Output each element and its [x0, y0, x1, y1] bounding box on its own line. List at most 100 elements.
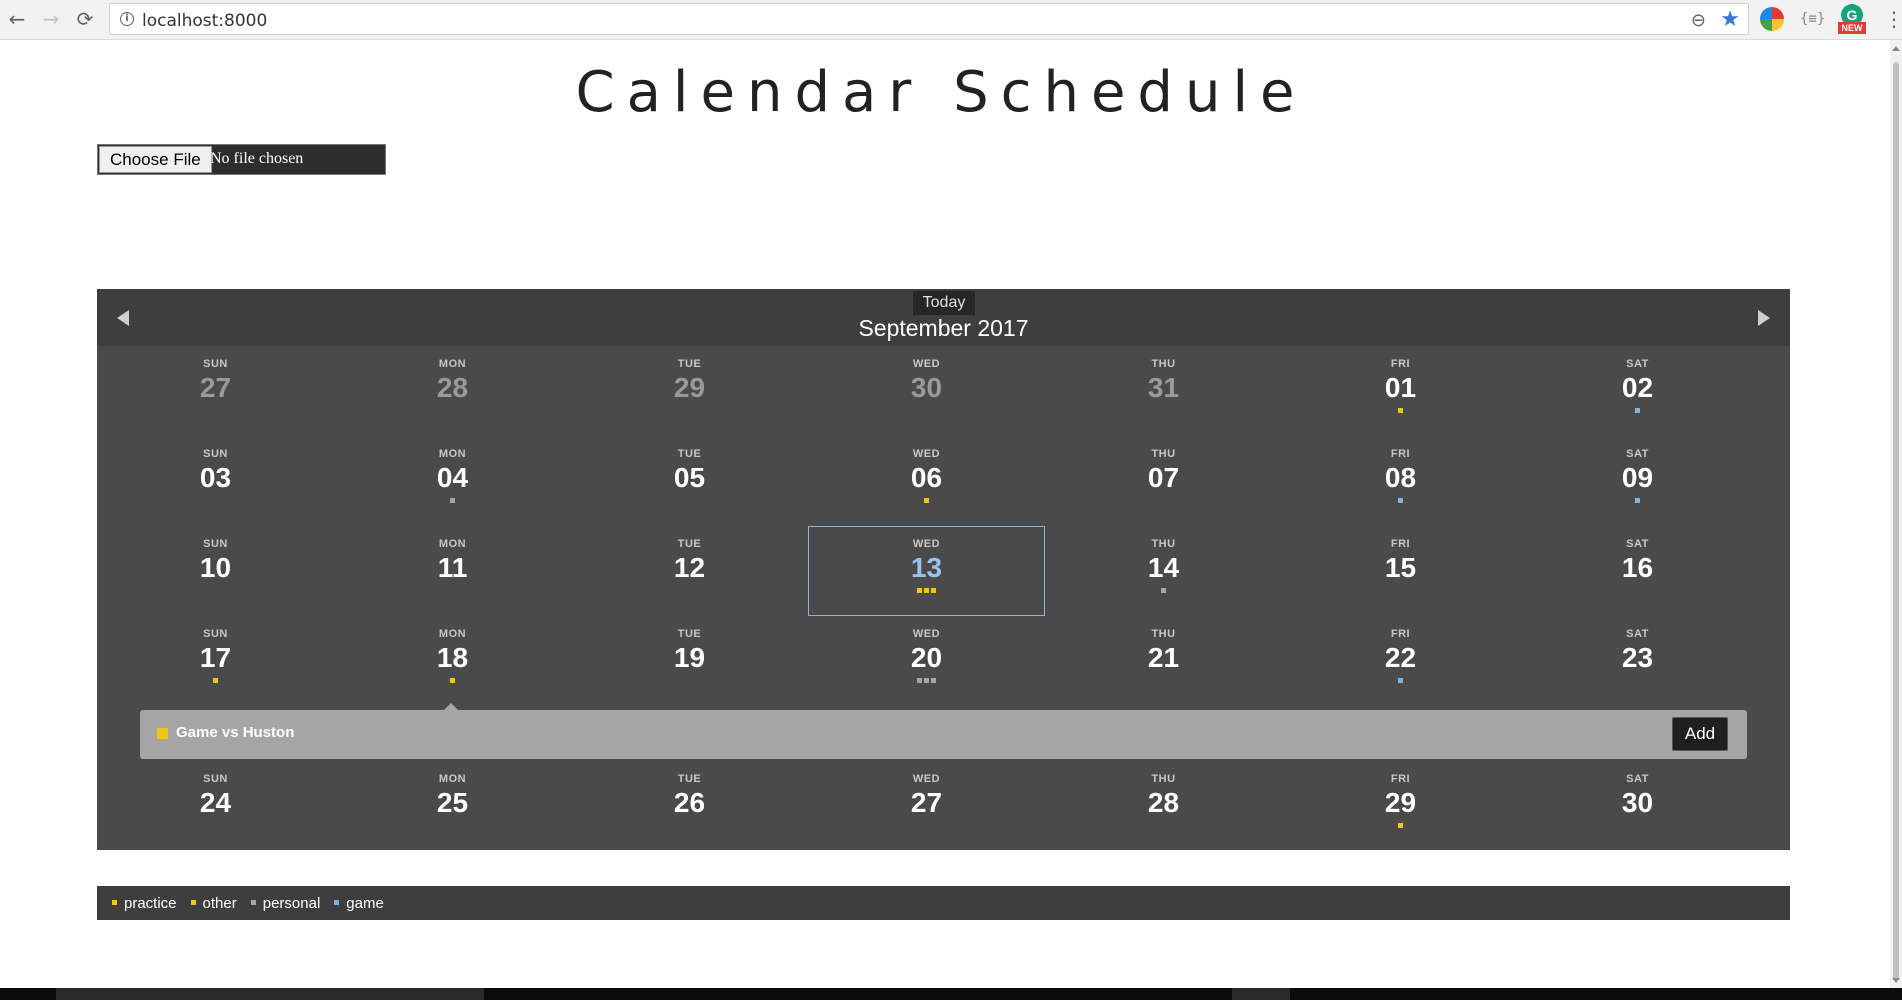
calendar-day[interactable]: SUN 03: [97, 436, 334, 526]
scroll-up-icon[interactable]: [1892, 46, 1900, 51]
calendar-day[interactable]: FRI 29: [1282, 761, 1519, 851]
bookmark-star-icon[interactable]: ★: [1720, 7, 1740, 32]
day-number: 19: [673, 642, 706, 673]
calendar-week-row: SUN 17 MON 18 TUE 19 WED 20 THU 21 FRI 22 SAT 23: [97, 616, 1790, 706]
scroll-down-icon[interactable]: [1892, 978, 1900, 983]
browser-menu-icon[interactable]: ⋮: [1884, 6, 1902, 32]
calendar-day[interactable]: WED 27: [808, 761, 1045, 851]
calendar-day[interactable]: MON 04: [334, 436, 571, 526]
event-dot: [1161, 588, 1166, 593]
today-button[interactable]: Today: [913, 291, 975, 315]
day-name: FRI: [1390, 448, 1411, 460]
day-name: FRI: [1390, 358, 1411, 370]
calendar-day[interactable]: FRI 08: [1282, 436, 1519, 526]
calendar-day[interactable]: SAT 30: [1519, 761, 1756, 851]
day-number: 28: [436, 372, 469, 403]
day-name: FRI: [1390, 773, 1411, 785]
legend-label: practice: [124, 895, 177, 912]
calendar-day[interactable]: WED 30: [808, 346, 1045, 436]
calendar-day[interactable]: WED 06: [808, 436, 1045, 526]
color-wheel-extension-icon[interactable]: [1760, 7, 1784, 31]
day-name: FRI: [1390, 628, 1411, 640]
taskbar-app[interactable]: [1232, 988, 1290, 1000]
page-scrollbar[interactable]: [1890, 40, 1902, 988]
calendar-day[interactable]: SUN 10: [97, 526, 334, 616]
day-name: FRI: [1390, 538, 1411, 550]
calendar-day[interactable]: FRI 15: [1282, 526, 1519, 616]
calendar-day[interactable]: SAT 09: [1519, 436, 1756, 526]
scroll-thumb[interactable]: [1893, 62, 1899, 980]
day-number: 10: [199, 552, 232, 583]
day-number: 27: [910, 787, 943, 818]
file-input[interactable]: Choose File No file chosen: [97, 144, 386, 175]
file-status: No file chosen: [210, 150, 304, 167]
event-dots: [1282, 678, 1519, 683]
page-title: Calendar Schedule: [575, 60, 1307, 125]
day-name: MON: [438, 773, 467, 785]
day-number: 22: [1384, 642, 1417, 673]
calendar-day[interactable]: TUE 12: [571, 526, 808, 616]
calendar-day[interactable]: TUE 05: [571, 436, 808, 526]
zoom-icon[interactable]: ⊖: [1691, 10, 1706, 31]
event-dot: [1398, 408, 1403, 413]
back-icon[interactable]: ←: [4, 6, 30, 32]
event-dots: [1282, 408, 1519, 413]
forward-icon[interactable]: →: [38, 6, 64, 32]
calendar-day[interactable]: MON 18: [334, 616, 571, 706]
calendar-day[interactable]: SAT 02: [1519, 346, 1756, 436]
day-number: 25: [436, 787, 469, 818]
day-number: 15: [1384, 552, 1417, 583]
calendar-day[interactable]: TUE 29: [571, 346, 808, 436]
day-number: 20: [910, 642, 943, 673]
calendar-day[interactable]: WED 20: [808, 616, 1045, 706]
taskbar-app[interactable]: [56, 988, 484, 1000]
event-dot: [917, 678, 922, 683]
calendar-day[interactable]: THU 21: [1045, 616, 1282, 706]
legend-label: personal: [262, 895, 321, 912]
day-number: 09: [1621, 462, 1654, 493]
calendar-day[interactable]: SUN 27: [97, 346, 334, 436]
day-number: 28: [1147, 787, 1180, 818]
url-text[interactable]: localhost:8000: [142, 11, 267, 31]
calendar-day[interactable]: FRI 01: [1282, 346, 1519, 436]
json-extension-icon[interactable]: {≡}: [1800, 7, 1825, 31]
calendar-day-selected[interactable]: WED 13: [808, 526, 1045, 616]
calendar-day[interactable]: THU 14: [1045, 526, 1282, 616]
calendar-day[interactable]: THU 31: [1045, 346, 1282, 436]
day-name: THU: [1151, 773, 1176, 785]
calendar-day[interactable]: THU 28: [1045, 761, 1282, 851]
day-name: WED: [912, 358, 941, 370]
calendar-day[interactable]: MON 11: [334, 526, 571, 616]
day-name: SUN: [203, 538, 228, 550]
event-title[interactable]: Game vs Huston: [176, 724, 294, 741]
event-dots: [809, 588, 1044, 593]
choose-file-button[interactable]: Choose File: [99, 146, 212, 173]
reload-icon[interactable]: ⟳: [72, 6, 98, 32]
day-name: WED: [912, 773, 941, 785]
grammarly-extension-icon[interactable]: G NEW: [1838, 4, 1866, 34]
add-event-button[interactable]: Add: [1672, 717, 1728, 751]
day-number: 29: [1384, 787, 1417, 818]
calendar-day[interactable]: MON 28: [334, 346, 571, 436]
calendar-day[interactable]: SUN 24: [97, 761, 334, 851]
calendar-day[interactable]: FRI 22: [1282, 616, 1519, 706]
info-icon[interactable]: i: [120, 12, 134, 26]
calendar-day[interactable]: THU 07: [1045, 436, 1282, 526]
event-dot: [917, 588, 922, 593]
calendar-day[interactable]: MON 25: [334, 761, 571, 851]
day-number: 18: [436, 642, 469, 673]
details-caret: [444, 703, 458, 710]
day-number: 31: [1147, 372, 1180, 403]
address-bar[interactable]: i localhost:8000 ⊖ ★: [109, 3, 1749, 35]
calendar-day[interactable]: TUE 19: [571, 616, 808, 706]
calendar-day[interactable]: TUE 26: [571, 761, 808, 851]
day-number: 06: [910, 462, 943, 493]
event-dot: [450, 498, 455, 503]
day-name: SAT: [1626, 448, 1649, 460]
calendar-day[interactable]: SUN 17: [97, 616, 334, 706]
day-number: 14: [1147, 552, 1180, 583]
calendar-day[interactable]: SAT 23: [1519, 616, 1756, 706]
calendar-day[interactable]: SAT 16: [1519, 526, 1756, 616]
legend: practice other personal game: [97, 886, 1790, 920]
next-month-icon[interactable]: [1758, 310, 1770, 326]
